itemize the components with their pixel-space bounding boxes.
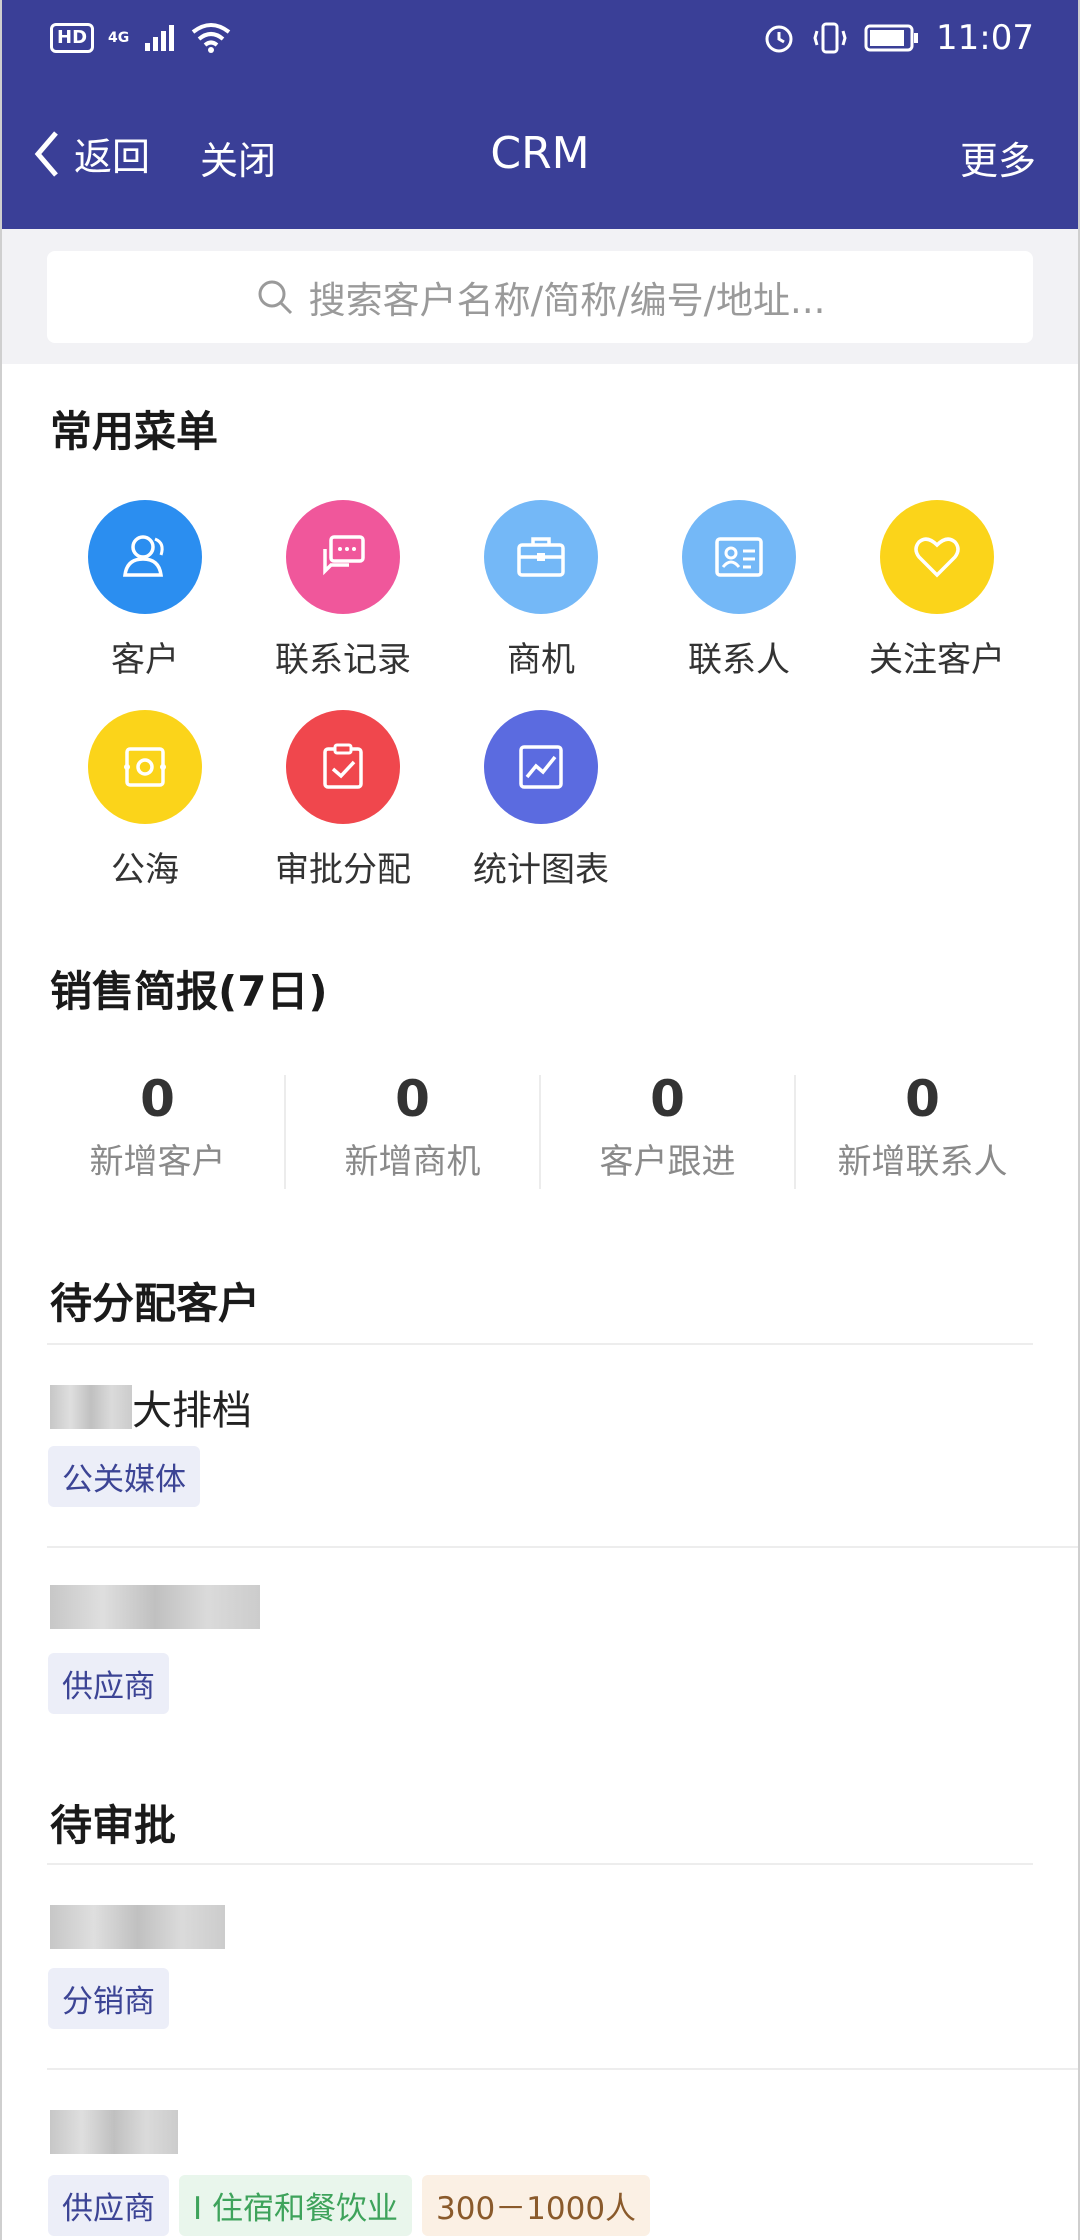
redacted-text (50, 1905, 225, 1949)
clipboard-check-icon (286, 710, 400, 824)
wifi-icon (192, 23, 231, 53)
redacted-text (50, 1385, 132, 1429)
stat-value: 0 (140, 1070, 175, 1128)
stat-customer-followup[interactable]: 0 客户跟进 (540, 1070, 795, 1183)
tag-industry: I 住宿和餐饮业 (179, 2175, 412, 2236)
pending-assign-title: 待分配客户 (50, 1279, 261, 1328)
menu-label: 审批分配 (275, 850, 411, 890)
divider (47, 1343, 1033, 1345)
menu-item-statistics[interactable]: 统计图表 (441, 710, 641, 891)
tag-type: 供应商 (48, 1653, 169, 1714)
search-input[interactable]: 搜索客户名称/简称/编号/地址... (47, 251, 1033, 343)
menu-label: 关注客户 (869, 640, 1005, 680)
divider (47, 2068, 1078, 2070)
menu-item-approval-assign[interactable]: 审批分配 (243, 710, 443, 891)
tag-industry: 公关媒体 (48, 1446, 200, 1507)
search-icon (258, 280, 292, 315)
menu-label: 公海 (111, 850, 179, 890)
menu-item-contact-person[interactable]: 联系人 (639, 500, 839, 681)
chat-icon (286, 500, 400, 614)
heart-icon (880, 500, 994, 614)
menu-label: 联系人 (688, 640, 790, 680)
sales-report-title: 销售简报(7日) (50, 967, 328, 1016)
pool-icon (88, 710, 202, 824)
alarm-icon (765, 25, 793, 53)
header-bar: HD 4G 11:07 返回 关闭 CRM 更多 (2, 0, 1078, 229)
redacted-text (50, 1585, 260, 1629)
stat-label: 客户跟进 (599, 1142, 736, 1182)
list-item-name[interactable]: 大排档 (50, 1378, 252, 1436)
stat-label: 新增联系人 (837, 1142, 1008, 1182)
hd-badge: HD (50, 23, 95, 53)
tag-type: 分销商 (48, 1968, 169, 2029)
search-placeholder: 搜索客户名称/简称/编号/地址... (308, 279, 826, 322)
list-item-name[interactable] (50, 1585, 260, 1629)
tag-group: 供应商 (48, 1653, 169, 1714)
stat-new-opportunities[interactable]: 0 新增商机 (285, 1070, 540, 1183)
stat-value: 0 (905, 1070, 940, 1128)
menu-item-public-pool[interactable]: 公海 (45, 710, 245, 891)
tag-group: 分销商 (48, 1968, 169, 2029)
menu-label: 客户 (111, 640, 179, 680)
divider (47, 1546, 1078, 1548)
clock: 11:07 (936, 18, 1034, 58)
common-menu-title: 常用菜单 (50, 407, 219, 456)
list-item-name[interactable] (50, 2110, 178, 2154)
more-button[interactable]: 更多 (960, 130, 1036, 185)
stat-label: 新增商机 (344, 1142, 481, 1182)
tag-group: 供应商 I 住宿和餐饮业 300－1000人 (48, 2175, 651, 2236)
menu-item-customer[interactable]: 客户 (45, 500, 245, 681)
contact-card-icon (682, 500, 796, 614)
redacted-text (50, 2110, 178, 2154)
signal-icon (145, 25, 175, 51)
tag-size: 300－1000人 (422, 2175, 651, 2236)
customer-icon (88, 500, 202, 614)
stat-new-contacts[interactable]: 0 新增联系人 (795, 1070, 1050, 1183)
status-bar: HD 4G 11:07 (2, 0, 1078, 80)
stat-new-customers[interactable]: 0 新增客户 (30, 1070, 285, 1183)
page-title: CRM (490, 128, 590, 179)
search-area: 搜索客户名称/简称/编号/地址... (2, 229, 1078, 364)
list-item-name[interactable] (50, 1905, 225, 1949)
menu-item-contact-record[interactable]: 联系记录 (243, 500, 443, 681)
chart-icon (484, 710, 598, 824)
divider (47, 1863, 1033, 1865)
tag-group: 公关媒体 (48, 1446, 200, 1507)
menu-label: 统计图表 (473, 850, 609, 890)
battery-icon (864, 24, 919, 52)
menu-label: 商机 (507, 640, 575, 680)
menu-item-opportunity[interactable]: 商机 (441, 500, 641, 681)
stat-value: 0 (395, 1070, 430, 1128)
briefcase-icon (484, 500, 598, 614)
list-item-name-suffix: 大排档 (132, 1388, 252, 1434)
nav-bar: 返回 关闭 CRM 更多 (2, 120, 1078, 190)
network-type: 4G (108, 30, 130, 46)
tag-type: 供应商 (48, 2175, 169, 2236)
vibrate-icon (813, 22, 847, 54)
stat-value: 0 (650, 1070, 685, 1128)
pending-approval-title: 待审批 (50, 1801, 177, 1850)
stat-label: 新增客户 (89, 1142, 226, 1182)
menu-item-followed-customer[interactable]: 关注客户 (837, 500, 1037, 681)
menu-label: 联系记录 (275, 640, 411, 680)
